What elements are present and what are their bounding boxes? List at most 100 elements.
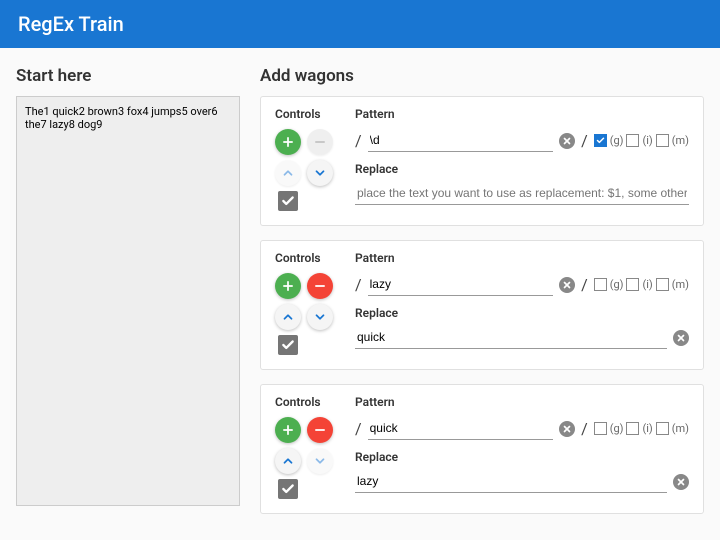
x-icon <box>562 280 572 290</box>
flag-i-checkbox[interactable] <box>626 134 639 147</box>
move-down-button[interactable] <box>307 304 333 330</box>
regex-close-slash: / <box>581 131 588 150</box>
regex-open-slash: / <box>355 275 362 294</box>
main-content: Start here Add wagons Controls Pattern <box>0 48 720 528</box>
check-icon <box>281 482 295 496</box>
enable-wagon-checkbox[interactable] <box>278 191 298 211</box>
clear-replace-button[interactable] <box>673 474 689 490</box>
clear-pattern-button[interactable] <box>559 421 575 437</box>
minus-icon <box>313 423 327 437</box>
check-icon <box>281 194 295 208</box>
app-title: RegEx Train <box>18 12 124 36</box>
flag-i-checkbox[interactable] <box>626 422 639 435</box>
regex-open-slash: / <box>355 131 362 150</box>
wagon: Controls Pattern / / <box>260 384 704 514</box>
flag-g-label: (g) <box>610 134 624 147</box>
enable-wagon-checkbox[interactable] <box>278 335 298 355</box>
controls-label: Controls <box>275 107 341 121</box>
flag-m-checkbox[interactable] <box>656 134 669 147</box>
pattern-input[interactable] <box>368 417 553 440</box>
pattern-label: Pattern <box>355 251 689 265</box>
chevron-up-icon <box>281 166 295 180</box>
pattern-label: Pattern <box>355 107 689 121</box>
move-up-button[interactable] <box>275 448 301 474</box>
flag-g-checkbox[interactable] <box>594 278 607 291</box>
left-panel: Start here <box>16 66 240 528</box>
flag-g-checkbox[interactable] <box>594 134 607 147</box>
right-panel: Add wagons Controls Pattern / <box>260 66 704 528</box>
add-wagon-button[interactable] <box>275 273 301 299</box>
remove-wagon-button[interactable] <box>307 417 333 443</box>
flag-m-label: (m) <box>672 134 689 147</box>
flag-i-label: (i) <box>642 278 652 291</box>
app-header: RegEx Train <box>0 0 720 48</box>
controls-label: Controls <box>275 251 341 265</box>
replace-input[interactable] <box>355 182 689 205</box>
wagon: Controls Pattern / / <box>260 96 704 226</box>
x-icon <box>562 424 572 434</box>
flag-m-checkbox[interactable] <box>656 278 669 291</box>
flags-group: (g) (i) (m) <box>594 278 689 291</box>
regex-close-slash: / <box>581 419 588 438</box>
regex-open-slash: / <box>355 419 362 438</box>
chevron-up-icon <box>281 454 295 468</box>
flag-m-label: (m) <box>672 422 689 435</box>
x-icon <box>562 136 572 146</box>
flag-m-label: (m) <box>672 278 689 291</box>
flags-group: (g) (i) (m) <box>594 134 689 147</box>
wagon: Controls Pattern / / <box>260 240 704 370</box>
check-icon <box>281 338 295 352</box>
plus-icon <box>281 135 295 149</box>
flag-g-label: (g) <box>610 278 624 291</box>
move-up-button[interactable] <box>275 304 301 330</box>
start-here-title: Start here <box>16 66 240 86</box>
add-wagons-title: Add wagons <box>260 66 704 86</box>
flag-m-checkbox[interactable] <box>656 422 669 435</box>
clear-pattern-button[interactable] <box>559 133 575 149</box>
pattern-input[interactable] <box>368 129 553 152</box>
clear-pattern-button[interactable] <box>559 277 575 293</box>
flags-group: (g) (i) (m) <box>594 422 689 435</box>
controls-label: Controls <box>275 395 341 409</box>
flag-i-label: (i) <box>642 422 652 435</box>
minus-icon <box>313 135 327 149</box>
x-icon <box>676 333 686 343</box>
add-wagon-button[interactable] <box>275 417 301 443</box>
pattern-column: Pattern / / (g) (i) (m) Replace <box>355 107 689 211</box>
replace-input[interactable] <box>355 470 667 493</box>
pattern-label: Pattern <box>355 395 689 409</box>
add-wagon-button[interactable] <box>275 129 301 155</box>
chevron-down-icon <box>313 310 327 324</box>
pattern-input[interactable] <box>368 273 553 296</box>
move-up-button <box>275 160 301 186</box>
flag-g-label: (g) <box>610 422 624 435</box>
flag-i-label: (i) <box>642 134 652 147</box>
x-icon <box>676 477 686 487</box>
chevron-up-icon <box>281 310 295 324</box>
move-down-button[interactable] <box>307 160 333 186</box>
minus-icon <box>313 279 327 293</box>
source-text-input[interactable] <box>16 96 240 506</box>
plus-icon <box>281 423 295 437</box>
flag-i-checkbox[interactable] <box>626 278 639 291</box>
wagons-container: Controls Pattern / / <box>260 96 704 514</box>
replace-label: Replace <box>355 162 689 176</box>
clear-replace-button[interactable] <box>673 330 689 346</box>
replace-label: Replace <box>355 306 689 320</box>
replace-input[interactable] <box>355 326 667 349</box>
regex-close-slash: / <box>581 275 588 294</box>
controls-column: Controls <box>275 107 341 211</box>
remove-wagon-button <box>307 129 333 155</box>
remove-wagon-button[interactable] <box>307 273 333 299</box>
controls-column: Controls <box>275 251 341 355</box>
chevron-down-icon <box>313 454 327 468</box>
enable-wagon-checkbox[interactable] <box>278 479 298 499</box>
controls-column: Controls <box>275 395 341 499</box>
replace-label: Replace <box>355 450 689 464</box>
pattern-column: Pattern / / (g) (i) (m) Replace <box>355 395 689 499</box>
flag-g-checkbox[interactable] <box>594 422 607 435</box>
chevron-down-icon <box>313 166 327 180</box>
plus-icon <box>281 279 295 293</box>
move-down-button <box>307 448 333 474</box>
pattern-column: Pattern / / (g) (i) (m) Replace <box>355 251 689 355</box>
